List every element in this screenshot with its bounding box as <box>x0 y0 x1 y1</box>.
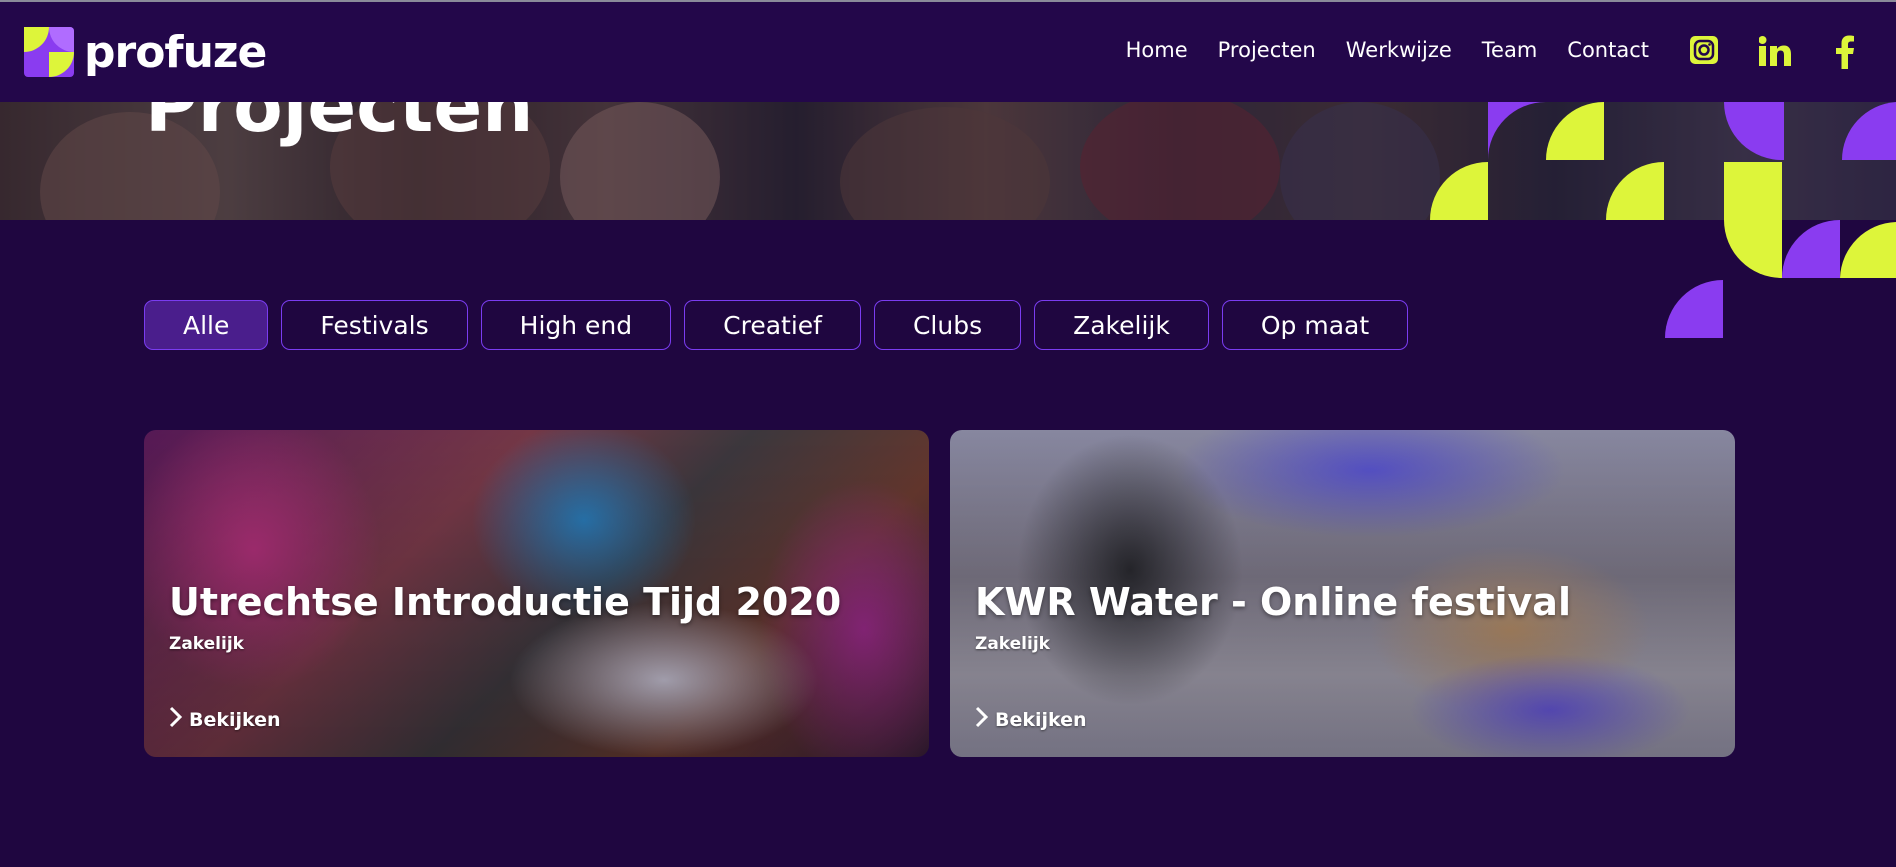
filter-creatief[interactable]: Creatief <box>684 300 861 350</box>
project-category: Zakelijk <box>169 634 244 654</box>
filter-alle[interactable]: Alle <box>144 300 269 350</box>
filter-clubs[interactable]: Clubs <box>873 300 1022 350</box>
view-project-label: Bekijken <box>189 708 281 731</box>
nav-home[interactable]: Home <box>1126 38 1188 62</box>
filter-high-end[interactable]: High end <box>480 300 672 350</box>
decorative-shapes <box>1430 102 1896 338</box>
category-filters: Alle Festivals High end Creatief Clubs Z… <box>144 300 1409 350</box>
main-nav: Home Projecten Werkwijze Team Contact <box>1126 38 1649 62</box>
filter-festivals[interactable]: Festivals <box>281 300 468 350</box>
logo-wordmark: profuze <box>84 26 267 78</box>
nav-team[interactable]: Team <box>1482 38 1538 62</box>
project-card[interactable]: Utrechtse Introductie Tijd 2020 Zakelijk… <box>144 430 929 757</box>
view-project-link[interactable]: Bekijken <box>169 706 281 733</box>
linkedin-icon[interactable] <box>1758 34 1792 68</box>
nav-contact[interactable]: Contact <box>1567 38 1649 62</box>
filter-op-maat[interactable]: Op maat <box>1221 300 1409 350</box>
nav-werkwijze[interactable]: Werkwijze <box>1346 38 1452 62</box>
logo[interactable]: profuze <box>24 26 267 78</box>
view-project-link[interactable]: Bekijken <box>975 706 1087 733</box>
site-header: profuze Home Projecten Werkwijze Team Co… <box>0 2 1896 102</box>
project-category: Zakelijk <box>975 634 1050 654</box>
filter-zakelijk[interactable]: Zakelijk <box>1034 300 1209 350</box>
instagram-icon[interactable] <box>1690 34 1718 66</box>
project-title: KWR Water - Online festival <box>975 580 1571 624</box>
chevron-right-icon <box>975 706 989 733</box>
logo-icon <box>24 27 74 77</box>
nav-projecten[interactable]: Projecten <box>1218 38 1316 62</box>
view-project-label: Bekijken <box>995 708 1087 731</box>
page-title: Projecten <box>145 102 534 148</box>
project-title: Utrechtse Introductie Tijd 2020 <box>169 580 842 624</box>
project-card[interactable]: KWR Water - Online festival Zakelijk Bek… <box>950 430 1735 757</box>
chevron-right-icon <box>169 706 183 733</box>
facebook-icon[interactable] <box>1835 34 1855 70</box>
